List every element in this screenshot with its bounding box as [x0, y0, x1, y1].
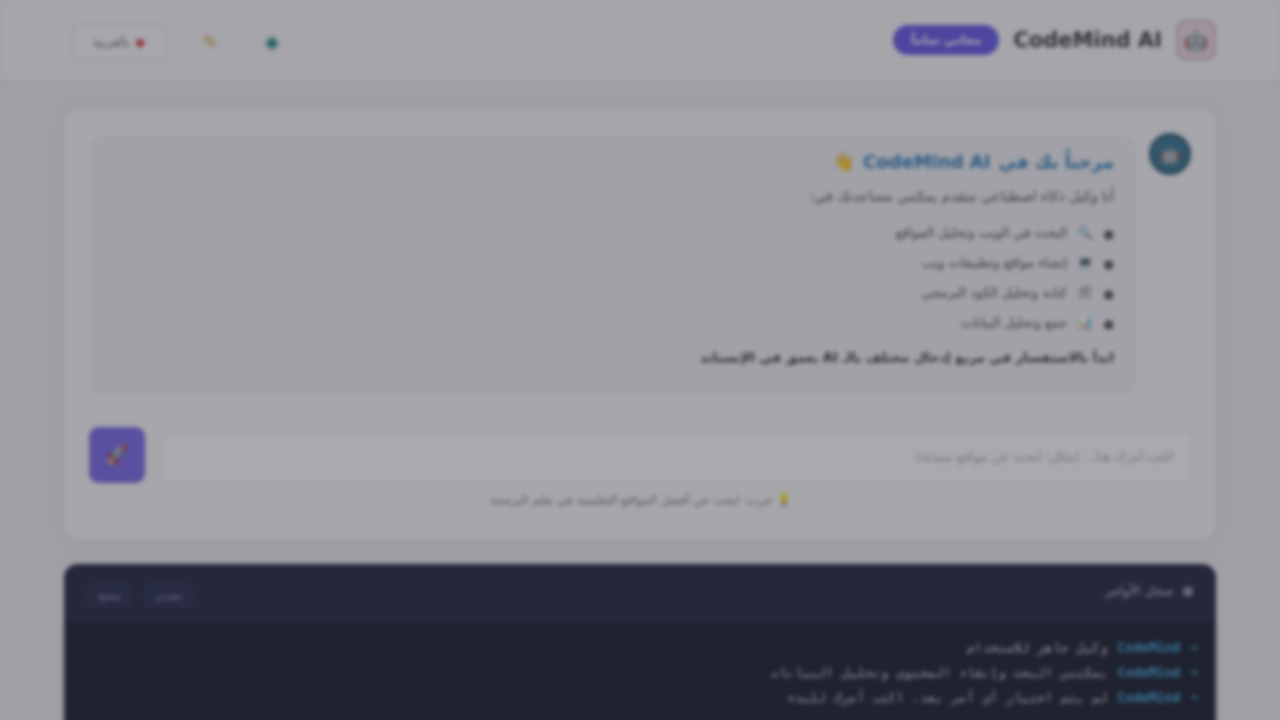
feature-list: ● 🔍 البحث في الويب وتحليل المواقع ● 💻 إن…: [112, 219, 1114, 339]
log-line: ➜ CodeMind لم يتم اختيار أي أمر بعد، اكت…: [82, 686, 1198, 711]
feature-text: إنشاء مواقع وتطبيقات ويب: [921, 256, 1068, 271]
header-tools: بالعربية ● ✎ ◆: [72, 22, 290, 62]
free-badge: مجاني تماماً: [893, 25, 1000, 55]
hint-text: 💡 جرب: ابحث عن أفضل المواقع التعليمية في…: [65, 493, 1217, 507]
send-button[interactable]: 🚀: [89, 427, 145, 483]
terminal-title: ▣ سجل الأوامر: [1105, 584, 1194, 599]
globe-icon[interactable]: ◆: [254, 24, 290, 60]
language-label: بالعربية: [92, 35, 130, 49]
welcome-prefix: مرحباً بك في: [998, 152, 1114, 173]
list-item: ● 📊 جمع وتحليل البيانات: [112, 309, 1114, 339]
welcome-message: مرحباً بك في CodeMind AI 👋 أنا وكيل ذكاء…: [91, 137, 1135, 393]
welcome-title: مرحباً بك في CodeMind AI 👋: [112, 152, 1114, 173]
log-text: لم يتم اختيار أي أمر بعد، اكتب أمرك للبد…: [786, 691, 1108, 706]
laptop-icon: 💻: [1077, 256, 1094, 271]
robot-logo-icon: 🤖: [1176, 20, 1216, 60]
prompt-arrow-icon: ➜: [1190, 666, 1198, 681]
lightbulb-icon: 💡: [776, 493, 792, 507]
intro-text: أنا وكيل ذكاء اصطناعي متقدم يمكنني مساعد…: [809, 189, 1114, 205]
list-item: ● 🛠 كتابة وتحليل الكود البرمجي: [112, 279, 1114, 309]
terminal-actions: مسح تصدير: [86, 582, 195, 608]
language-selector[interactable]: بالعربية ●: [72, 24, 166, 60]
message-input[interactable]: [161, 431, 1193, 483]
log-line: ➜ CodeMind يمكنني البحث وإنشاء المحتوى و…: [82, 661, 1198, 686]
rocket-icon: 🚀: [105, 444, 129, 466]
terminal-title-label: سجل الأوامر: [1105, 584, 1174, 599]
closing-text: ابدأ بالاستفسار في مربع إدخال مختلف بالـ…: [700, 351, 1114, 366]
welcome-brand: CodeMind AI: [863, 152, 991, 173]
search-icon: 🔍: [1077, 226, 1094, 241]
hint-label: جرب: ابحث عن أفضل المواقع التعليمية في ت…: [490, 493, 773, 507]
log-text: يمكنني البحث وإنشاء المحتوى وتحليل البيا…: [771, 666, 1108, 681]
log-line: ➜ CodeMind وكيل جاهز للاستخدام: [82, 636, 1198, 661]
wave-icon: 👋: [832, 152, 856, 173]
feature-text: البحث في الويب وتحليل المواقع: [895, 226, 1068, 241]
log-source: CodeMind: [1117, 666, 1181, 681]
bot-avatar-icon: 🤖: [1149, 133, 1191, 175]
brand: 🤖 CodeMind AI مجاني تماماً: [893, 18, 1216, 62]
app-root: 🤖 CodeMind AI مجاني تماماً بالعربية ● ✎ …: [0, 0, 1280, 720]
bullet-icon: ●: [1103, 257, 1114, 271]
feature-text: كتابة وتحليل الكود البرمجي: [921, 286, 1067, 301]
prompt-arrow-icon: ➜: [1190, 691, 1198, 706]
terminal-panel: ▣ سجل الأوامر مسح تصدير ➜ CodeMind وكيل …: [64, 564, 1216, 720]
prompt-arrow-icon: ➜: [1190, 641, 1198, 656]
chat-panel: 🤖 مرحباً بك في CodeMind AI 👋 أنا وكيل ذك…: [64, 108, 1216, 540]
terminal-icon: ▣: [1181, 584, 1194, 599]
feature-text: جمع وتحليل البيانات: [961, 316, 1068, 331]
bullet-icon: ●: [1103, 227, 1114, 241]
log-text: وكيل جاهز للاستخدام: [966, 641, 1108, 656]
bullet-icon: ●: [1103, 287, 1114, 301]
terminal-body: ➜ CodeMind وكيل جاهز للاستخدام ➜ CodeMin…: [64, 622, 1216, 711]
bullet-icon: ●: [1103, 317, 1114, 331]
export-button[interactable]: مسح: [86, 582, 133, 608]
brand-name: CodeMind AI: [1013, 28, 1162, 52]
pencil-icon[interactable]: ✎: [192, 24, 228, 60]
clear-button[interactable]: تصدير: [142, 582, 195, 608]
log-source: CodeMind: [1117, 691, 1181, 706]
tools-icon: 🛠: [1077, 286, 1094, 301]
composer: 🚀: [89, 427, 1193, 487]
list-item: ● 🔍 البحث في الويب وتحليل المواقع: [112, 219, 1114, 249]
chart-icon: 📊: [1077, 316, 1094, 331]
language-indicator-icon: ●: [135, 35, 146, 49]
terminal-header: ▣ سجل الأوامر مسح تصدير: [64, 564, 1216, 622]
list-item: ● 💻 إنشاء مواقع وتطبيقات ويب: [112, 249, 1114, 279]
top-header: 🤖 CodeMind AI مجاني تماماً بالعربية ● ✎ …: [0, 0, 1280, 82]
log-source: CodeMind: [1117, 641, 1181, 656]
